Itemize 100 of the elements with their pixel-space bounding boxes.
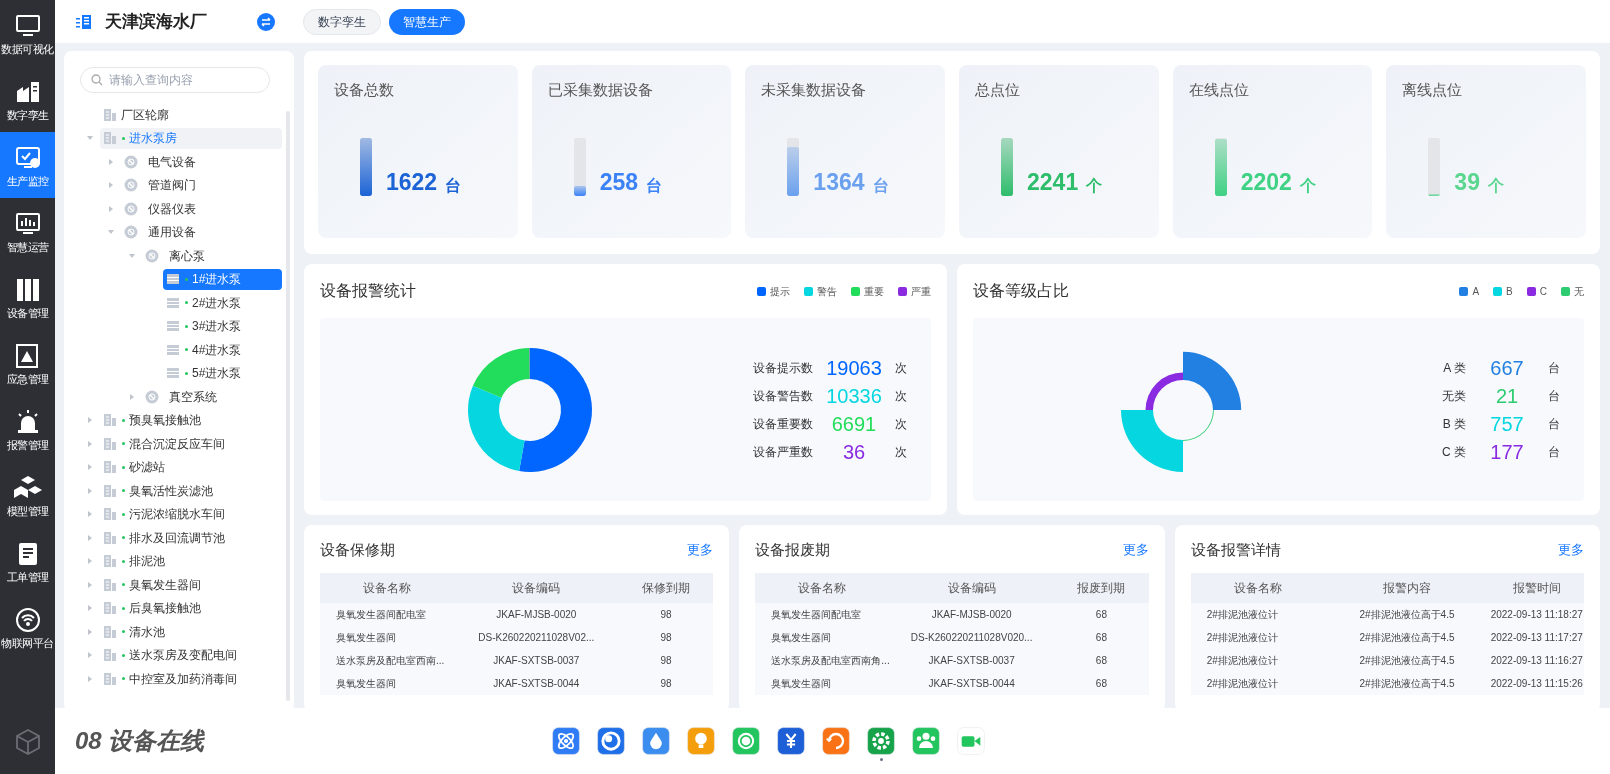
stat-label: 设备严重数	[753, 443, 813, 461]
tree-item[interactable]: 4#进水泵	[163, 339, 250, 361]
search-field[interactable]: 请输入查询内容	[80, 67, 270, 93]
yen-icon[interactable]	[777, 727, 805, 755]
caret-right-icon[interactable]	[86, 486, 94, 495]
caret-right-icon[interactable]	[128, 392, 136, 401]
tree-item[interactable]: 进水泵房	[100, 127, 282, 149]
people-icon[interactable]	[912, 727, 940, 755]
level-bar	[1214, 137, 1227, 196]
caret-right-icon[interactable]	[86, 533, 94, 542]
gauge-icon	[124, 225, 138, 240]
caret-right-icon[interactable]	[86, 510, 94, 519]
tree-item[interactable]: 臭氧发生器间	[100, 574, 209, 596]
level-bar	[573, 137, 586, 196]
stat-title: 离线点位	[1402, 80, 1464, 100]
tree-item[interactable]: 1#进水泵	[163, 268, 282, 290]
swap-icon[interactable]	[257, 12, 275, 31]
badge-icon[interactable]	[732, 727, 760, 755]
more-link[interactable]: 更多	[1122, 540, 1149, 560]
caret-right-icon[interactable]	[86, 627, 94, 636]
tree-item[interactable]: 排泥池	[100, 550, 173, 572]
tree-item[interactable]: 管道阀门	[121, 174, 204, 196]
gauge-icon	[124, 201, 138, 216]
nav-item[interactable]: 数据可视化	[0, 0, 55, 66]
nav-item[interactable]: 物联网平台	[0, 594, 55, 660]
caret-right-icon[interactable]	[86, 651, 94, 660]
stat-label: B 类	[1442, 415, 1466, 433]
drop-icon[interactable]	[642, 727, 670, 755]
tree-item[interactable]: 离心泵	[142, 245, 213, 267]
nav-item[interactable]: 智慧运营	[0, 198, 55, 264]
nav-item[interactable]: 生产监控	[0, 132, 55, 198]
caret-right-icon[interactable]	[107, 204, 115, 213]
tree-item[interactable]: 仪器仪表	[121, 198, 204, 220]
tree-item[interactable]: 预臭氧接触池	[100, 409, 209, 431]
building-icon	[103, 530, 117, 545]
nav-item[interactable]: 工单管理	[0, 528, 55, 594]
caret-right-icon[interactable]	[86, 557, 94, 566]
refresh-icon[interactable]	[822, 727, 850, 755]
tree-item[interactable]: 3#进水泵	[163, 315, 250, 337]
nav-item[interactable]: 报警管理	[0, 396, 55, 462]
tree-item[interactable]: 混合沉淀反应车间	[100, 433, 233, 455]
stat-unit: 次	[895, 387, 907, 405]
stat-label: C 类	[1442, 443, 1466, 461]
caret-right-icon[interactable]	[86, 416, 94, 425]
stat-unit: 次	[895, 359, 907, 377]
tree-item[interactable]: 通用设备	[121, 221, 204, 243]
stat-title: 已采集数据设备	[547, 80, 654, 100]
card-title: 设备报警统计	[320, 281, 416, 301]
caret-right-icon[interactable]	[86, 580, 94, 589]
tree-item[interactable]: 臭氧活性炭滤池	[100, 480, 221, 502]
column-header: 设备名称	[1232, 580, 1283, 597]
video-camera-icon[interactable]	[957, 727, 985, 755]
tree-item[interactable]: 中控室及加药消毒间	[100, 668, 245, 690]
level-bar	[1001, 137, 1013, 196]
bulb-icon[interactable]	[687, 727, 715, 755]
nav-item[interactable]: 数字孪生	[0, 66, 55, 132]
tree-item[interactable]: 后臭氧接触池	[100, 597, 209, 619]
tree-item[interactable]: 污泥浓缩脱水车间	[100, 503, 233, 525]
nav-item[interactable]: 设备管理	[0, 264, 55, 330]
tree-item[interactable]: 电气设备	[121, 151, 204, 173]
caret-right-icon[interactable]	[86, 674, 94, 683]
stat-value: 1364	[813, 170, 865, 194]
tree-item[interactable]: 5#进水泵	[163, 362, 250, 384]
tree-item[interactable]: 真空系统	[142, 386, 225, 408]
table-cell-text: 2#排泥池液位高于4.5	[1358, 608, 1456, 622]
caret-right-icon[interactable]	[86, 439, 94, 448]
table-cell-text: 臭氧发生器间配电室	[335, 608, 427, 622]
caret-right-icon[interactable]	[86, 463, 94, 472]
more-link[interactable]: 更多	[687, 540, 714, 560]
ring-icon[interactable]	[597, 727, 625, 755]
settings-icon[interactable]	[867, 727, 895, 755]
more-link[interactable]: 更多	[1558, 540, 1584, 560]
column-header: 设备编码	[946, 580, 997, 597]
tree-item[interactable]: 2#进水泵	[163, 292, 250, 314]
column-header: 设备编码	[511, 580, 562, 597]
tree-item[interactable]: 清水池	[100, 621, 173, 643]
stat-unit: 台	[872, 177, 889, 194]
legend-label: B	[1506, 284, 1513, 299]
tree-item[interactable]: 厂区轮廓	[100, 104, 177, 126]
tree-item[interactable]: 排水及回流调节池	[100, 527, 233, 549]
device-icon	[166, 342, 180, 357]
nav-item[interactable]: 应急管理	[0, 330, 55, 396]
tree-item[interactable]: 送水泵房及变配电间	[100, 644, 245, 666]
table-cell-text: 送水泵房及配电室西南...	[335, 654, 446, 668]
tab[interactable]: 智慧生产	[389, 8, 465, 35]
caret-right-icon[interactable]	[107, 181, 115, 190]
legend-label: 无	[1574, 284, 1584, 299]
stat-value: 177	[1489, 439, 1525, 465]
level-bar	[360, 137, 372, 196]
tab[interactable]: 数字孪生	[303, 8, 381, 35]
caret-right-icon[interactable]	[107, 157, 115, 166]
caret-down-icon[interactable]	[128, 251, 136, 260]
caret-right-icon[interactable]	[86, 604, 94, 613]
stat-value: 2202	[1240, 170, 1292, 194]
table-cell-text: 臭氧发生器间配电室	[770, 608, 863, 622]
stat-value: 1622	[386, 170, 438, 194]
building-icon	[103, 624, 117, 639]
nav-item[interactable]: 模型管理	[0, 462, 55, 528]
atom-icon[interactable]	[552, 727, 580, 755]
tree-item[interactable]: 砂滤站	[100, 456, 173, 478]
